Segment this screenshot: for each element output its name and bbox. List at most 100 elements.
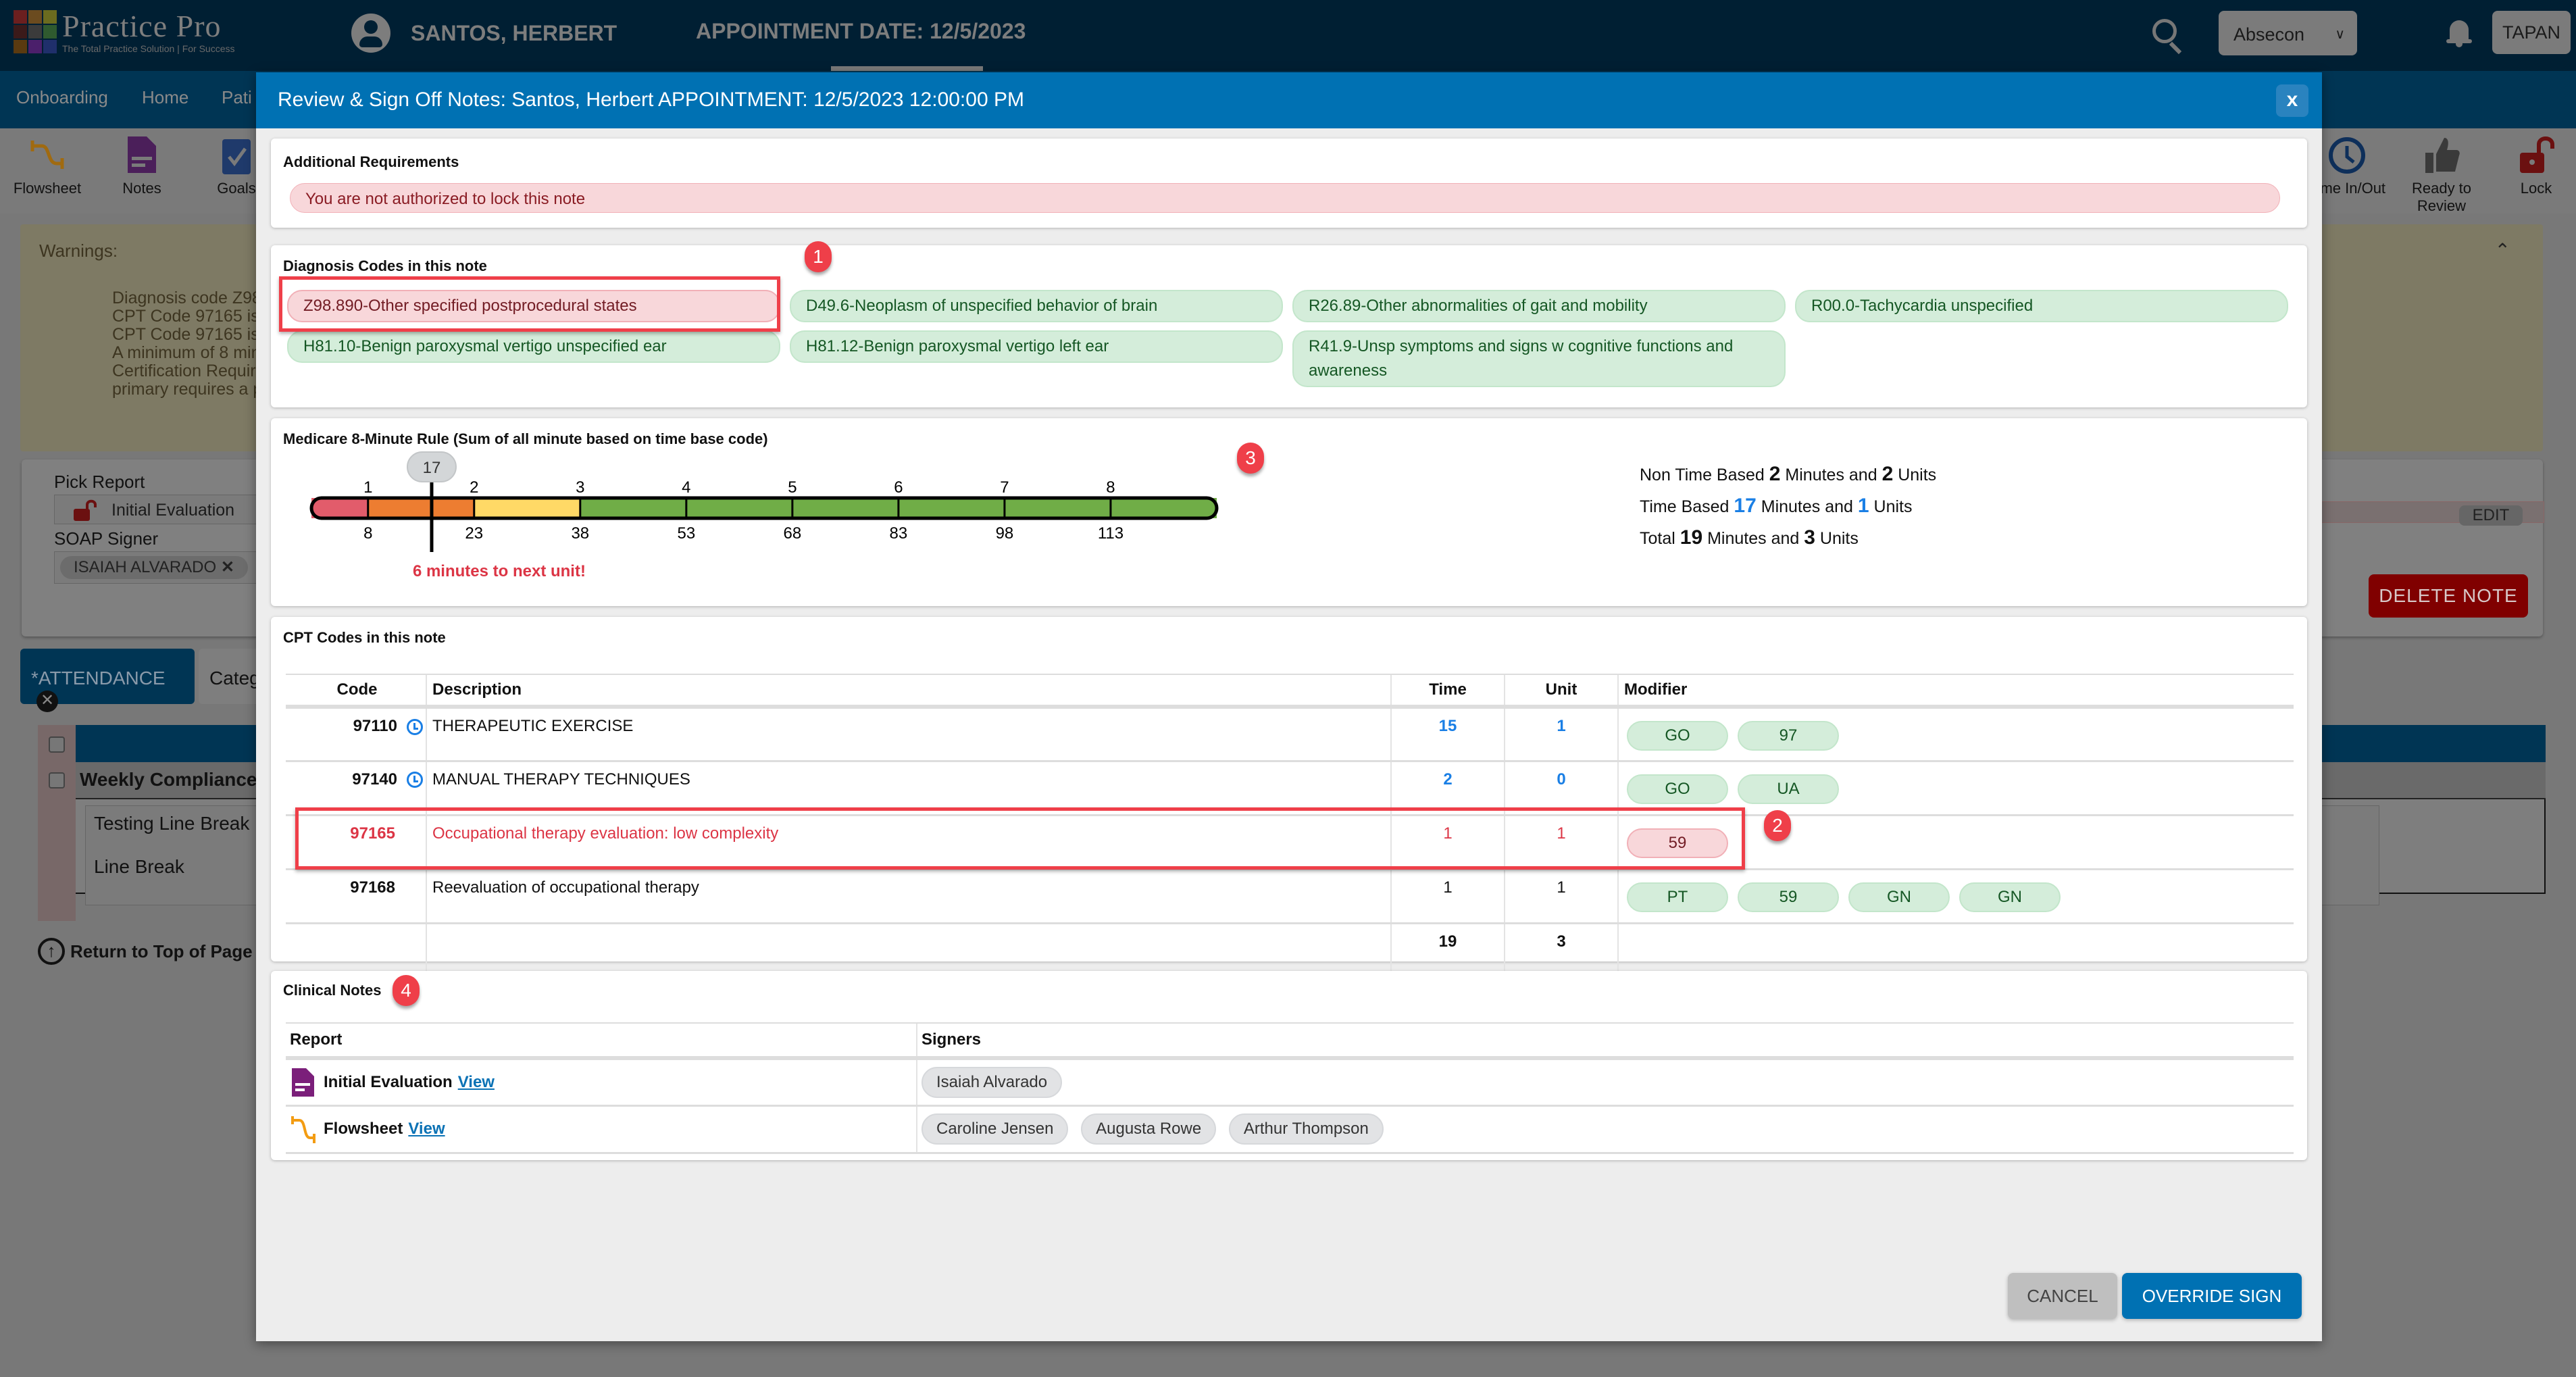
view-link[interactable]: View [408, 1120, 445, 1138]
grid-group-title: Weekly Compliance [80, 769, 257, 790]
diagnosis-chip[interactable]: R26.89-Other abnormalities of gait and m… [1292, 290, 1786, 322]
table-row: Flowsheet View Caroline Jensen Augusta R… [286, 1105, 2294, 1154]
warnings-title: Warnings: [39, 241, 118, 261]
practice-pro-logo[interactable]: Practice Pro The Total Practice Solution… [14, 9, 235, 54]
signer-chip: Arthur Thompson [1228, 1113, 1384, 1145]
close-button[interactable]: x [2276, 84, 2308, 117]
error-highlight-box [295, 807, 1745, 870]
return-to-top-link[interactable]: ↑ Return to Top of Page [38, 938, 253, 965]
app-name: Practice Pro [62, 9, 222, 43]
notifications-bell-icon[interactable] [2446, 15, 2472, 47]
toolbar-notes[interactable]: Notes [101, 134, 182, 197]
arrow-up-circle-icon: ↑ [38, 938, 65, 965]
toolbar-flowsheet[interactable]: Flowsheet [7, 134, 88, 197]
cpt-time: 1 [1390, 869, 1505, 924]
medicare-8-minute-card: Medicare 8-Minute Rule (Sum of all minut… [271, 418, 2307, 606]
bar-segment [474, 498, 580, 518]
toolbar-lock[interactable]: Lock [2496, 134, 2576, 197]
clinical-notes-card: Clinical Notes 4 Report Signers Initial … [271, 971, 2307, 1160]
cpt-description: Reevaluation of occupational therapy [426, 869, 1391, 924]
pick-report-field[interactable]: Initial Evaluation [54, 495, 284, 524]
delete-note-button[interactable]: DELETE NOTE [2369, 574, 2528, 618]
patient-avatar-icon [351, 14, 390, 53]
cpt-code: 97168 [286, 869, 426, 924]
location-select[interactable]: Absecon ∨ [2219, 11, 2357, 55]
bar-segment [580, 498, 686, 518]
flowsheet-icon [7, 134, 88, 176]
modifier-chip: GO [1627, 721, 1728, 751]
nav-onboarding[interactable]: Onboarding [16, 87, 108, 108]
diagnosis-chip[interactable]: D49.6-Neoplasm of unspecified behavior o… [790, 290, 1283, 322]
table-row: 97110 THERAPEUTIC EXERCISE 15 1 GO 97 [286, 707, 2294, 762]
non-time-based-summary: Non Time Based 2 Minutes and 2 Units [1640, 463, 1937, 485]
notes-icon [101, 134, 182, 176]
select-all-checkbox[interactable] [49, 736, 65, 753]
cpt-unit: 1 [1504, 869, 1618, 924]
card-title: Additional Requirements [283, 153, 459, 170]
top-header: Practice Pro The Total Practice Solution… [0, 0, 2576, 72]
logo-mark-icon [14, 10, 57, 53]
bar-segment [686, 498, 792, 518]
cancel-button[interactable]: CANCEL [2008, 1273, 2117, 1319]
modifier-chip: GO [1627, 774, 1728, 804]
report-name: Initial Evaluation [324, 1072, 453, 1091]
nav-patients[interactable]: Pati [222, 87, 252, 108]
modifier-chip: 59 [1738, 882, 1839, 912]
signer-chip: Augusta Rowe [1081, 1113, 1217, 1145]
nav-home[interactable]: Home [142, 87, 188, 108]
modifier-chip: GN [1959, 882, 2061, 912]
totals-row: 19 3 [286, 923, 2294, 978]
soap-signer-field[interactable]: ISAIAH ALVARADO ✕ [54, 551, 284, 584]
modifier-chip: PT [1627, 882, 1728, 912]
pick-report-label: Pick Report [54, 472, 145, 492]
cpt-description: MANUAL THERAPY TECHNIQUES [426, 761, 1391, 816]
diagnosis-chip[interactable]: R41.9-Unsp symptoms and signs w cognitiv… [1292, 330, 1786, 387]
modifier-chip: GN [1848, 882, 1950, 912]
modifier-chip: UA [1738, 774, 1839, 804]
col-code: Code [286, 674, 426, 709]
remove-signer-icon[interactable]: ✕ [221, 558, 234, 576]
table-header-row: Code Description Time Unit Modifier [286, 674, 2294, 709]
bar-segment [898, 498, 1005, 518]
diagnosis-chip[interactable]: R00.0-Tachycardia unspecified [1795, 290, 2288, 322]
warning-item: Diagnosis code Z98.8 [112, 289, 276, 307]
diagnosis-chip[interactable]: H81.10-Benign paroxysmal vertigo unspeci… [287, 330, 780, 363]
bar-segment [1004, 498, 1111, 518]
bar-segment [368, 498, 474, 518]
cpt-unit: 0 [1504, 761, 1618, 816]
close-tab-icon[interactable]: ✕ [36, 690, 58, 712]
row-checkbox[interactable] [49, 772, 65, 788]
callout-badge: 1 [805, 241, 832, 272]
warning-item: CPT Code 97165 is n [112, 307, 274, 326]
minute-label: 53 [677, 524, 695, 543]
toolbar-ready-to-review[interactable]: Ready to Review [2401, 134, 2482, 215]
table-row: 97140 MANUAL THERAPY TECHNIQUES 2 0 GO UA [286, 761, 2294, 816]
col-signers: Signers [916, 1022, 2294, 1060]
cpt-time: 15 [1390, 707, 1505, 762]
minute-label: 113 [1098, 524, 1123, 543]
unit-label: 2 [470, 478, 478, 497]
bar-segment [311, 498, 368, 518]
callout-badge: 2 [1764, 810, 1791, 841]
user-menu-button[interactable]: TAPAN [2492, 11, 2571, 54]
unit-label: 8 [1106, 478, 1115, 497]
unit-label: 4 [682, 478, 690, 497]
tab-attendance[interactable]: *ATTENDANCE✕ [20, 649, 195, 712]
report-name: Flowsheet [324, 1120, 403, 1138]
cpt-codes-card: CPT Codes in this note Code Description … [271, 617, 2307, 978]
collapse-chevron-icon[interactable]: ⌃ [2495, 239, 2510, 261]
override-sign-button[interactable]: OVERRIDE SIGN [2122, 1273, 2302, 1319]
flowsheet-icon [291, 1116, 315, 1143]
minute-label: 38 [571, 524, 589, 543]
diagnosis-chip[interactable]: H81.12-Benign paroxysmal vertigo left ea… [790, 330, 1283, 363]
table-row: 97168 Reevaluation of occupational therap… [286, 869, 2294, 924]
view-link[interactable]: View [458, 1073, 495, 1092]
app-tagline: The Total Practice Solution | For Succes… [62, 43, 235, 54]
table-row: Initial Evaluation View Isaiah Alvarado [286, 1058, 2294, 1107]
lock-open-icon [2496, 134, 2576, 176]
card-title: Diagnosis Codes in this note [283, 257, 487, 274]
search-icon[interactable] [2152, 19, 2177, 43]
patient-name: SANTOS, HERBERT [411, 20, 617, 45]
edit-button[interactable]: EDIT [2459, 505, 2523, 526]
cpt-modifiers: GO UA [1617, 761, 2294, 816]
